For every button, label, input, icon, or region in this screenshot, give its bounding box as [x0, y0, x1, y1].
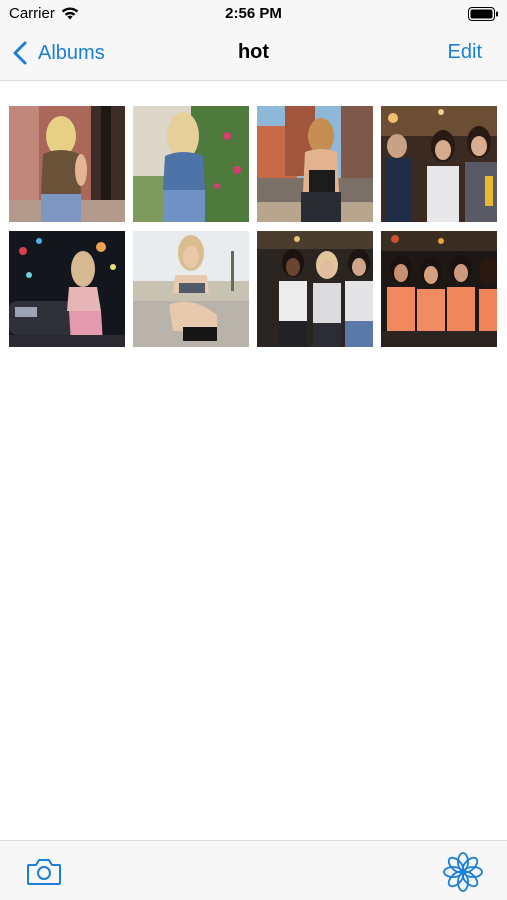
- flower-icon[interactable]: [443, 852, 483, 892]
- photo-thumbnail-5[interactable]: [9, 231, 125, 347]
- battery-icon: [468, 7, 498, 21]
- photo-thumbnail-3[interactable]: [257, 106, 373, 222]
- page-title: hot: [237, 41, 270, 63]
- photo-album-screen: Carrier 2:56 PM Albums hot Edit: [0, 0, 507, 900]
- navigation-bar: Albums hot Edit: [0, 28, 507, 81]
- photo-thumbnail-4[interactable]: [381, 106, 497, 222]
- photo-thumbnail-8[interactable]: [381, 231, 497, 347]
- clock-label: 2:56 PM: [225, 5, 282, 22]
- photo-thumbnail-6[interactable]: [133, 231, 249, 347]
- bottom-toolbar: [0, 840, 507, 900]
- camera-icon[interactable]: [26, 857, 62, 887]
- photo-thumbnail-2[interactable]: [133, 106, 249, 222]
- photo-thumbnail-7[interactable]: [257, 231, 373, 347]
- status-bar: Carrier 2:56 PM: [0, 0, 507, 28]
- photo-thumbnail-1[interactable]: [9, 106, 125, 222]
- photo-grid: [9, 106, 499, 347]
- edit-button[interactable]: Edit: [448, 41, 482, 64]
